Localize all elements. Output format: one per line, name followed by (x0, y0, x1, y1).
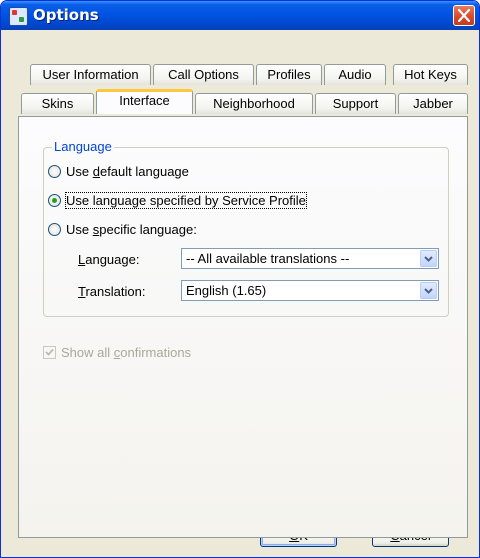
radio-specific-language-label: Use specific language: (66, 221, 197, 237)
radio-service-profile-language[interactable]: Use language specified by Service Profil… (48, 191, 307, 209)
options-dialog: Options User Information Call Options Pr… (0, 0, 480, 558)
radio-button[interactable] (48, 222, 61, 236)
tab-user-information[interactable]: User Information (30, 64, 151, 85)
radio-specific-language[interactable]: Use specific language: (48, 220, 197, 238)
tab-support[interactable]: Support (315, 93, 396, 114)
tab-hot-keys[interactable]: Hot Keys (393, 64, 468, 85)
language-group-title: Language (52, 139, 114, 154)
tab-call-options[interactable]: Call Options (153, 64, 254, 85)
language-select-value: -- All available translations -- (186, 251, 350, 266)
checkmark-icon (45, 348, 54, 356)
tab-interface[interactable]: Interface (96, 89, 193, 114)
show-all-confirmations-label: Show all confirmations (61, 345, 192, 360)
language-groupbox: Language Use default language Use langua… (43, 139, 449, 317)
show-all-confirmations-checkbox[interactable]: Show all confirmations (43, 345, 191, 360)
tab-audio[interactable]: Audio (324, 64, 386, 85)
window-title: Options (33, 6, 99, 24)
language-dropdown-button[interactable] (420, 250, 437, 267)
translation-select-value: English (1.65) (186, 283, 267, 298)
interface-tab-panel: Language Use default language Use langua… (18, 116, 468, 538)
language-select[interactable]: -- All available translations -- (181, 248, 439, 269)
radio-button-selected[interactable] (48, 193, 61, 207)
close-button[interactable] (453, 5, 475, 26)
app-options-icon (9, 7, 28, 26)
radio-service-profile-label: Use language specified by Service Profil… (65, 191, 307, 209)
tab-jabber[interactable]: Jabber (398, 93, 468, 114)
translation-field-label: Translation: (78, 284, 146, 299)
language-field-label: Language: (78, 252, 140, 267)
title-bar[interactable]: Options (1, 1, 479, 30)
tab-profiles[interactable]: Profiles (256, 64, 322, 85)
radio-default-language[interactable]: Use default language (48, 162, 189, 180)
radio-button[interactable] (48, 164, 61, 178)
radio-default-language-label: Use default language (66, 163, 189, 179)
checkbox-box[interactable] (43, 346, 56, 359)
translation-select[interactable]: English (1.65) (181, 280, 439, 301)
chevron-down-icon (424, 288, 433, 294)
chevron-down-icon (424, 256, 433, 262)
tab-skins[interactable]: Skins (21, 93, 94, 114)
close-icon (458, 9, 470, 22)
translation-dropdown-button[interactable] (420, 282, 437, 299)
tab-neighborhood[interactable]: Neighborhood (195, 93, 313, 114)
